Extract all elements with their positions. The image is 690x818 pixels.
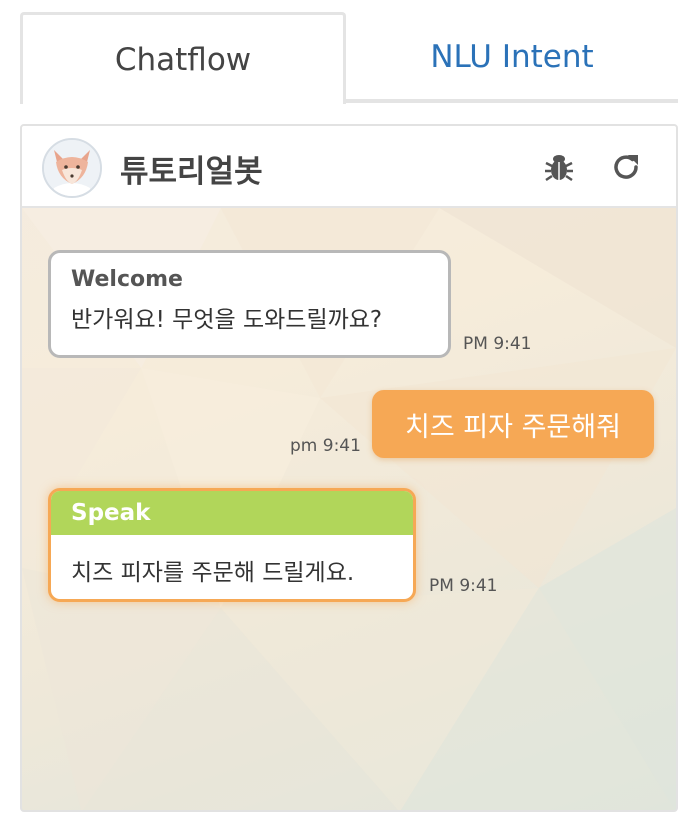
speak-message-header: Speak (51, 491, 413, 535)
tab-chatflow-label: Chatflow (114, 41, 252, 78)
speak-message-title: Speak (71, 500, 151, 526)
refresh-icon[interactable] (607, 148, 645, 186)
user-message-bubble: 치즈 피자 주문해줘 (372, 390, 654, 458)
tab-nlu-intent-label: NLU Intent (430, 39, 594, 75)
speak-message-time: PM 9:41 (429, 576, 498, 596)
welcome-message-bubble: Welcome 반가워요! 무엇을 도와드릴까요? (48, 250, 451, 358)
welcome-message-text: 반가워요! 무엇을 도와드릴까요? (71, 307, 383, 333)
tab-chatflow[interactable]: Chatflow (20, 12, 346, 104)
speak-message-bubble: Speak 치즈 피자를 주문해 드릴게요. (48, 488, 416, 602)
chat-preview-app: Chatflow NLU Intent 튜토리얼봇 Welcome 반가워요! … (0, 0, 690, 818)
speak-message-text: 치즈 피자를 주문해 드릴게요. (71, 560, 355, 586)
bot-name: 튜토리얼봇 (120, 154, 263, 190)
fox-avatar-icon (42, 138, 102, 198)
welcome-message-time: PM 9:41 (463, 334, 532, 354)
user-message-time: pm 9:41 (290, 436, 361, 456)
bug-icon[interactable] (540, 148, 578, 186)
user-message-text: 치즈 피자 주문해줘 (405, 411, 621, 443)
chat-header: 튜토리얼봇 (22, 126, 676, 208)
welcome-message-title: Welcome (71, 267, 183, 292)
chat-panel: 튜토리얼봇 Welcome 반가워요! 무엇을 도와드릴까요? PM 9:41 … (20, 124, 678, 812)
tab-nlu-intent[interactable]: NLU Intent (346, 12, 678, 102)
